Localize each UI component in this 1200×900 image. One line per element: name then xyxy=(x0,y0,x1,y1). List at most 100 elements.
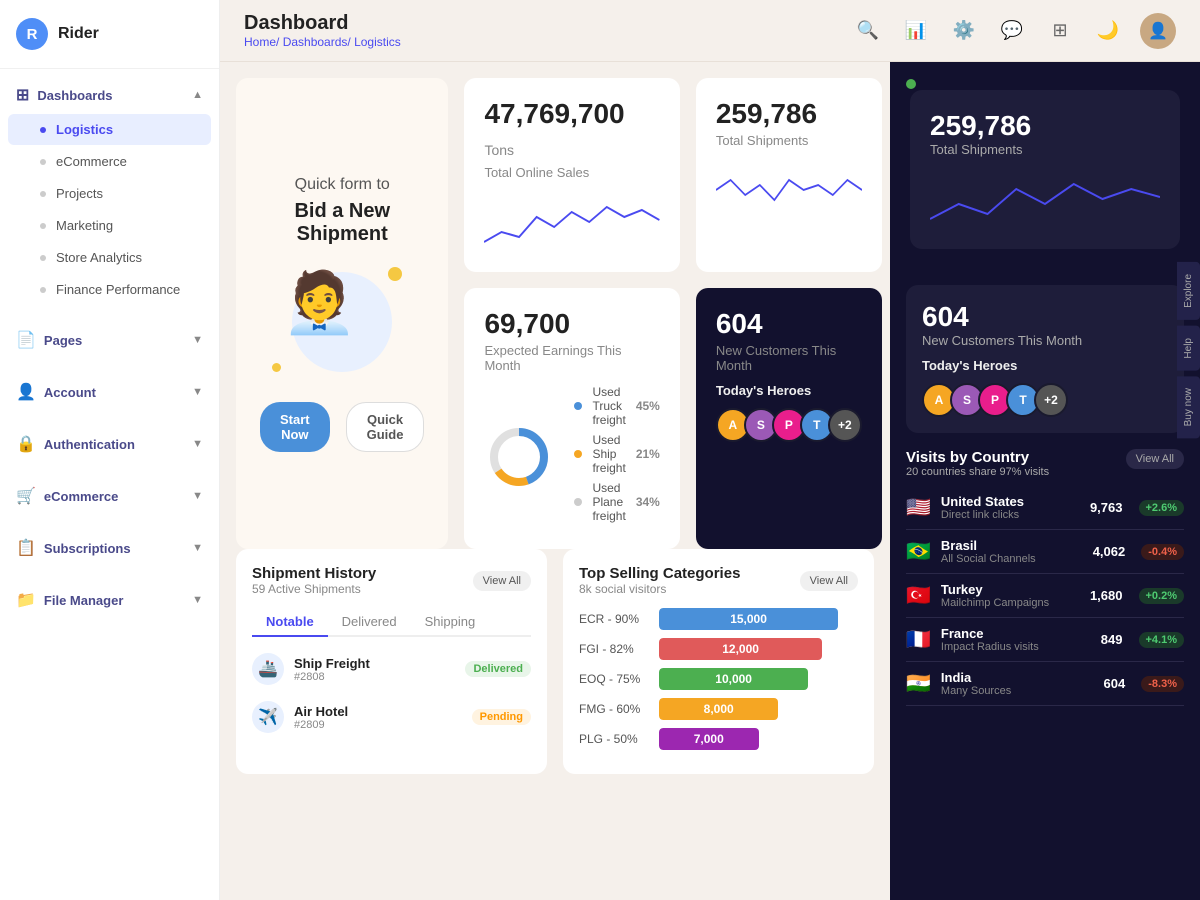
freight-legend: Used Truck freight 45% Used Ship freight… xyxy=(574,385,659,529)
sidebar-pages-section: 📄 Pages ▼ xyxy=(0,314,219,366)
shipment-row-1: 🚢 Ship Freight #2808 Delivered xyxy=(252,645,531,693)
dark-customers-value: 604 xyxy=(922,301,1168,333)
cat-label-fmg: FMG - 60% xyxy=(579,702,649,716)
dashboards-label: ⊞ Dashboards xyxy=(16,85,113,105)
country-val-fr: 849 xyxy=(1101,632,1123,647)
sidebar-dashboards-section: ⊞ Dashboards ▲ Logistics eCommerce Proje… xyxy=(0,69,219,314)
dark-heroes-avatars: A S P T +2 xyxy=(922,383,1168,417)
start-now-button[interactable]: Start Now xyxy=(260,402,330,452)
country-change-in: -8.3% xyxy=(1141,676,1184,692)
hero-illustration: 🧑‍💼 xyxy=(262,262,422,382)
plane-freight-legend: Used Plane freight 34% xyxy=(574,481,659,523)
theme-toggle[interactable]: 🌙 xyxy=(1092,15,1124,47)
tab-shipping[interactable]: Shipping xyxy=(411,608,490,637)
category-bars: ECR - 90% 15,000 FGI - 82% 12,000 xyxy=(579,608,858,750)
file-manager-label: 📁 File Manager xyxy=(16,590,123,610)
user-avatar[interactable]: 👤 xyxy=(1140,13,1176,49)
shipment-card-header: Shipment History 59 Active Shipments Vie… xyxy=(252,565,531,596)
quick-guide-button[interactable]: Quick Guide xyxy=(346,402,425,452)
pages-group[interactable]: 📄 Pages ▼ xyxy=(0,322,219,358)
truck-dot xyxy=(574,402,582,410)
visits-title: Visits by Country xyxy=(906,449,1049,466)
country-name-fr: France xyxy=(941,626,1091,641)
grid-icon[interactable]: ⊞ xyxy=(1044,15,1076,47)
file-manager-group[interactable]: 📁 File Manager ▼ xyxy=(0,582,219,618)
country-br: 🇧🇷 Brasil All Social Channels 4,062 -0.4… xyxy=(906,530,1184,574)
shipment-history-card: Shipment History 59 Active Shipments Vie… xyxy=(236,549,547,774)
dark-customers-label: New Customers This Month xyxy=(922,333,1168,348)
sidebar-item-projects[interactable]: Projects xyxy=(8,178,211,209)
shipment-view-all[interactable]: View All xyxy=(473,571,531,591)
categories-title: Top Selling Categories xyxy=(579,565,740,582)
side-tab-help[interactable]: Help xyxy=(1177,326,1200,371)
sales-mini-chart xyxy=(484,192,659,252)
tab-delivered[interactable]: Delivered xyxy=(328,608,411,637)
visits-title-wrap: Visits by Country 20 countries share 97%… xyxy=(906,449,1049,478)
donut-chart-wrap: Used Truck freight 45% Used Ship freight… xyxy=(484,385,659,529)
hero-buttons: Start Now Quick Guide xyxy=(260,402,424,452)
stats-grid: 47,769,700 Tons Total Online Sales 259,7… xyxy=(464,78,881,549)
dark-total-shipments-label: Total Shipments xyxy=(930,142,1160,157)
visits-view-all[interactable]: View All xyxy=(1126,449,1184,469)
side-tab-buy-now[interactable]: Buy now xyxy=(1177,376,1200,438)
side-tabs: Explore Help Buy now xyxy=(1177,262,1200,439)
authentication-label: 🔒 Authentication xyxy=(16,434,135,454)
sidebar-item-finance-performance[interactable]: Finance Performance xyxy=(8,274,211,305)
ecommerce-group[interactable]: 🛒 eCommerce ▼ xyxy=(0,478,219,514)
hero-card: Quick form to Bid a New Shipment 🧑‍💼 Sta… xyxy=(236,78,448,549)
content-scroll: Quick form to Bid a New Shipment 🧑‍💼 Sta… xyxy=(220,62,890,900)
chart-icon[interactable]: 📊 xyxy=(900,15,932,47)
cat-bar-fmg-wrap: 8,000 xyxy=(659,698,858,720)
chevron-down-icon: ▼ xyxy=(192,386,203,398)
categories-card-header: Top Selling Categories 8k social visitor… xyxy=(579,565,858,596)
dark-heroes-section: Today's Heroes A S P T +2 xyxy=(922,358,1168,417)
total-shipments-value: 259,786 xyxy=(716,98,862,130)
dark-total-shipments: 259,786 xyxy=(930,110,1160,142)
tab-notable[interactable]: Notable xyxy=(252,608,328,637)
new-customers-card: 604 New Customers This Month Today's Her… xyxy=(696,288,882,549)
shipment-title: Shipment History xyxy=(252,565,376,582)
country-change-tr: +0.2% xyxy=(1139,588,1185,604)
country-name-tr: Turkey xyxy=(941,582,1080,597)
settings-icon[interactable]: ⚙️ xyxy=(948,15,980,47)
sidebar-item-marketing[interactable]: Marketing xyxy=(8,210,211,241)
ship-info-2: Air Hotel #2809 xyxy=(294,704,462,731)
categories-view-all[interactable]: View All xyxy=(800,571,858,591)
dark-customers-card: 604 New Customers This Month Today's Her… xyxy=(906,285,1184,433)
expected-earnings-card: 69,700 Expected Earnings This Month xyxy=(464,288,679,549)
country-sub-in: Many Sources xyxy=(941,685,1094,697)
country-info-tr: Turkey Mailchimp Campaigns xyxy=(941,582,1080,609)
authentication-group[interactable]: 🔒 Authentication ▼ xyxy=(0,426,219,462)
side-tab-explore[interactable]: Explore xyxy=(1177,262,1200,320)
right-panel: 259,786 Total Shipments 604 New Customer… xyxy=(890,62,1200,900)
sidebar-item-ecommerce[interactable]: eCommerce xyxy=(8,146,211,177)
heroes-title: Today's Heroes xyxy=(716,383,862,398)
dot-icon xyxy=(40,287,46,293)
cat-label-plg: PLG - 50% xyxy=(579,732,649,746)
account-group[interactable]: 👤 Account ▼ xyxy=(0,374,219,410)
plane-dot xyxy=(574,498,582,506)
hero-dot-yellow-small xyxy=(272,363,281,372)
ship-icon-1: 🚢 xyxy=(252,653,284,685)
country-val-in: 604 xyxy=(1104,676,1126,691)
subscriptions-group[interactable]: 📋 Subscriptions ▼ xyxy=(0,530,219,566)
chevron-down-icon: ▼ xyxy=(192,490,203,502)
cat-label-fgi: FGI - 82% xyxy=(579,642,649,656)
header-right: 🔍 📊 ⚙️ 💬 ⊞ 🌙 👤 xyxy=(852,13,1176,49)
expected-earnings-label: Expected Earnings This Month xyxy=(484,343,659,373)
chevron-down-icon: ▼ xyxy=(192,438,203,450)
cat-row-eoq: EOQ - 75% 10,000 xyxy=(579,668,858,690)
sidebar-item-logistics[interactable]: Logistics xyxy=(8,114,211,145)
country-fr: 🇫🇷 France Impact Radius visits 849 +4.1% xyxy=(906,618,1184,662)
chat-icon[interactable]: 💬 xyxy=(996,15,1028,47)
country-us: 🇺🇸 United States Direct link clicks 9,76… xyxy=(906,486,1184,530)
search-icon[interactable]: 🔍 xyxy=(852,15,884,47)
chevron-up-icon: ▲ xyxy=(192,89,203,101)
cat-label-eoq: EOQ - 75% xyxy=(579,672,649,686)
cat-bar-ecr: 15,000 xyxy=(659,608,838,630)
ship-name-1: Ship Freight xyxy=(294,656,455,671)
dashboards-group[interactable]: ⊞ Dashboards ▲ xyxy=(0,77,219,113)
sidebar-item-store-analytics[interactable]: Store Analytics xyxy=(8,242,211,273)
cat-bar-ecr-wrap: 15,000 xyxy=(659,608,858,630)
app-name: Rider xyxy=(58,25,99,43)
